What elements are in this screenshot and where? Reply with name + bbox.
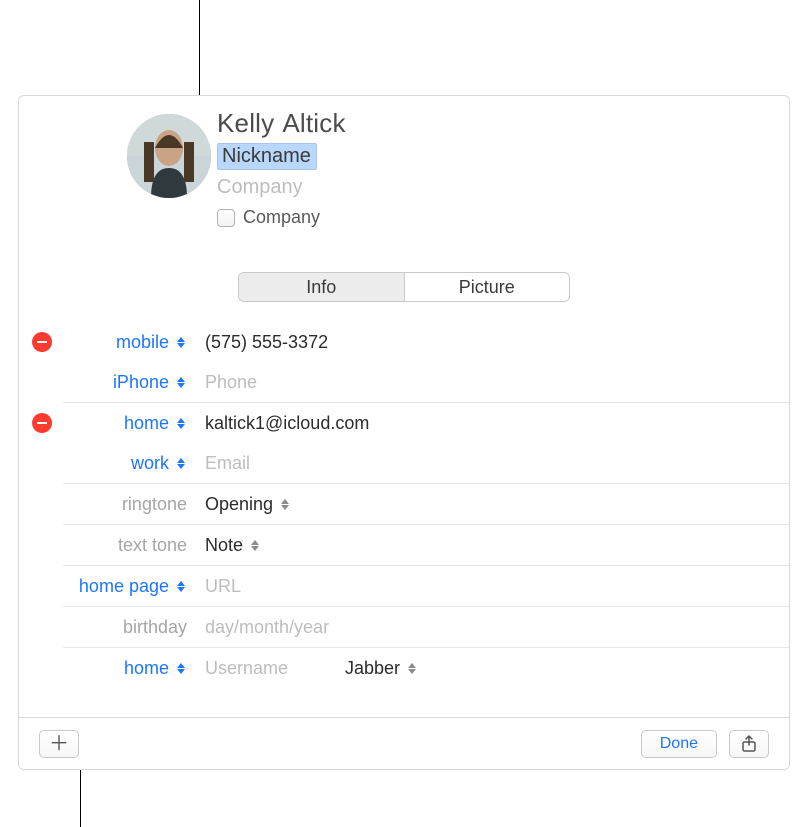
- ringtone-value: Opening: [205, 494, 273, 515]
- label-ringtone-text: ringtone: [122, 494, 187, 515]
- add-button[interactable]: ＋: [39, 730, 79, 758]
- row-email-work: work: [19, 443, 789, 483]
- last-name[interactable]: Altick: [282, 108, 345, 139]
- text-tone-value: Note: [205, 535, 243, 556]
- label-birthday-text: birthday: [123, 617, 187, 638]
- company-checkbox-label: Company: [243, 207, 320, 228]
- fields-panel: mobile iPhone: [19, 322, 789, 717]
- label-birthday: birthday: [65, 617, 191, 638]
- chevrons-icon: [175, 373, 187, 391]
- row-birthday: birthday: [19, 607, 789, 647]
- label-phone-mobile[interactable]: mobile: [65, 332, 191, 353]
- label-phone-mobile-text: mobile: [116, 332, 169, 353]
- label-email-home-text: home: [124, 413, 169, 434]
- share-button[interactable]: [729, 730, 769, 758]
- info-picture-tabs: Info Picture: [238, 272, 570, 302]
- label-text-tone-text: text tone: [118, 535, 187, 556]
- label-email-work[interactable]: work: [65, 453, 191, 474]
- email-work-input[interactable]: [205, 453, 789, 474]
- email-home-input[interactable]: [205, 413, 789, 434]
- chevrons-icon: [249, 536, 261, 554]
- row-phone-iphone: iPhone: [19, 362, 789, 402]
- chevrons-icon: [175, 577, 187, 595]
- contact-card-window: Kelly Altick Company Info Picture: [18, 95, 790, 770]
- label-phone-iphone-text: iPhone: [113, 372, 169, 393]
- text-tone-select[interactable]: Note: [205, 535, 261, 556]
- first-name[interactable]: Kelly: [217, 108, 274, 139]
- label-home-page-text: home page: [79, 576, 169, 597]
- remove-email-home-button[interactable]: [32, 413, 52, 433]
- chevrons-icon: [175, 454, 187, 472]
- chevrons-icon: [175, 333, 187, 351]
- birthday-input[interactable]: [205, 617, 789, 638]
- label-phone-iphone[interactable]: iPhone: [65, 372, 191, 393]
- avatar-image: [127, 114, 211, 198]
- phone-mobile-input[interactable]: [205, 332, 789, 353]
- label-im-home[interactable]: home: [65, 658, 191, 679]
- ringtone-select[interactable]: Opening: [205, 494, 291, 515]
- label-email-home[interactable]: home: [65, 413, 191, 434]
- home-page-input[interactable]: [205, 576, 789, 597]
- row-home-page: home page: [19, 566, 789, 606]
- plus-icon: ＋: [49, 734, 69, 754]
- row-text-tone: text tone Note: [19, 525, 789, 565]
- chevrons-icon: [175, 659, 187, 677]
- row-im-home: home Jabber: [19, 648, 789, 688]
- label-im-home-text: home: [124, 658, 169, 679]
- remove-phone-mobile-button[interactable]: [32, 332, 52, 352]
- row-phone-mobile: mobile: [19, 322, 789, 362]
- nickname-input[interactable]: [217, 143, 317, 170]
- company-checkbox[interactable]: [217, 209, 235, 227]
- label-text-tone: text tone: [65, 535, 191, 556]
- label-email-work-text: work: [131, 453, 169, 474]
- im-service-select[interactable]: Jabber: [345, 658, 418, 679]
- label-home-page[interactable]: home page: [65, 576, 191, 597]
- tab-picture[interactable]: Picture: [404, 273, 570, 301]
- row-email-home: home: [19, 403, 789, 443]
- done-button[interactable]: Done: [641, 730, 717, 758]
- chevrons-icon: [406, 659, 418, 677]
- tab-info[interactable]: Info: [239, 273, 404, 301]
- chevrons-icon: [279, 495, 291, 513]
- label-ringtone: ringtone: [65, 494, 191, 515]
- chevrons-icon: [175, 414, 187, 432]
- row-ringtone: ringtone Opening: [19, 484, 789, 524]
- footer-bar: ＋ Done: [19, 717, 789, 769]
- im-username-input[interactable]: [205, 658, 335, 679]
- name-block: Kelly Altick Company: [217, 108, 517, 228]
- share-icon: [741, 735, 757, 753]
- avatar[interactable]: [127, 114, 211, 198]
- contact-header: Kelly Altick Company: [19, 96, 789, 264]
- phone-iphone-input[interactable]: [205, 372, 789, 393]
- company-input[interactable]: [217, 176, 517, 199]
- im-service-value: Jabber: [345, 658, 400, 679]
